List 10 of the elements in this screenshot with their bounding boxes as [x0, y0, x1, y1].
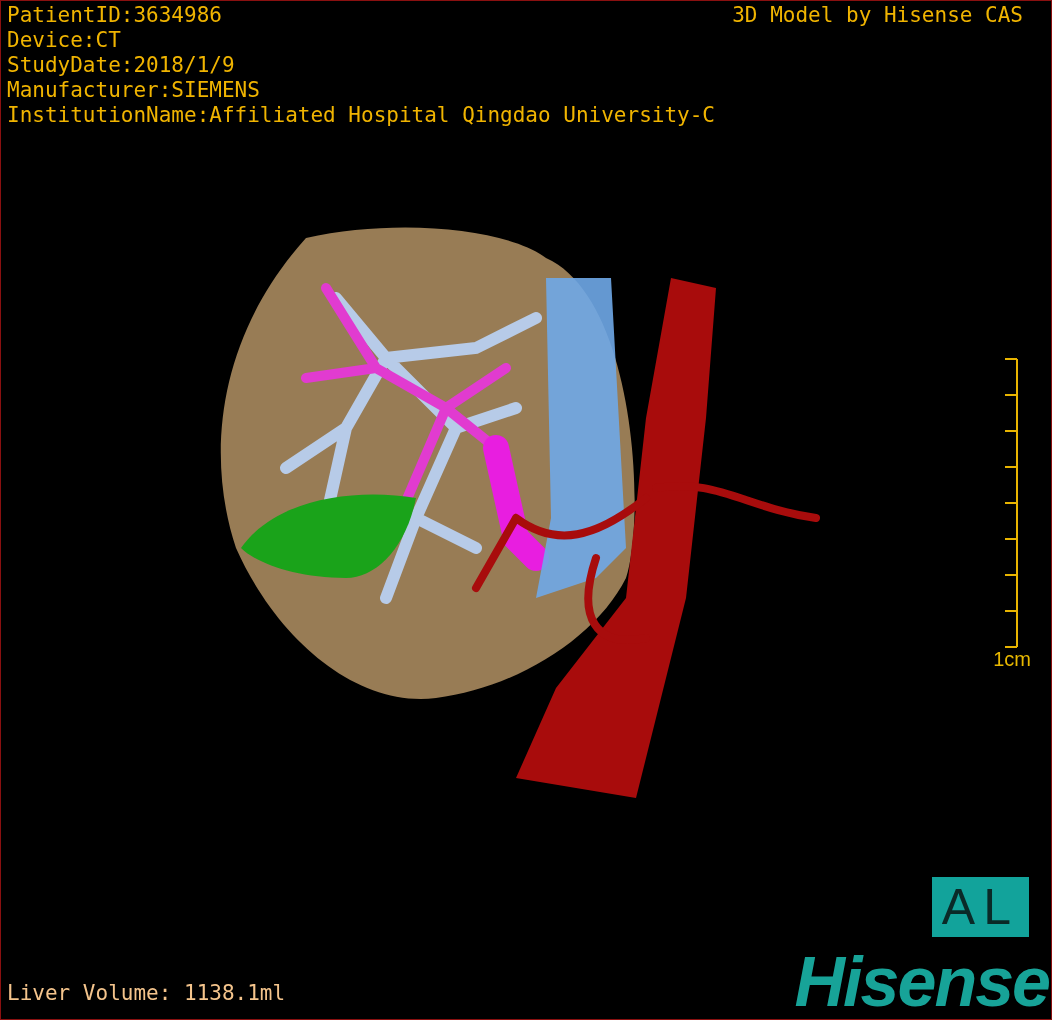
patient-info-text: Device:CT [7, 28, 122, 53]
orientation-badge: AL [931, 877, 1029, 937]
scale-label: 1cm [993, 648, 1031, 671]
patient-info-text: InstitutionName:Affiliated Hospital Qingdao University-C [7, 103, 715, 128]
liver-volume-text: Liver Volume: 1138.1ml [7, 981, 286, 1005]
brand-logo: Hisense [794, 949, 1050, 1015]
patient-info-text: StudyDate:2018/1/9 [7, 53, 236, 78]
patient-info-text: Manufacturer:SIEMENS [7, 78, 261, 103]
patient-info-text: PatientID:3634986 [7, 3, 223, 28]
credit-text: 3D Model by Hisense CAS [732, 3, 1023, 28]
